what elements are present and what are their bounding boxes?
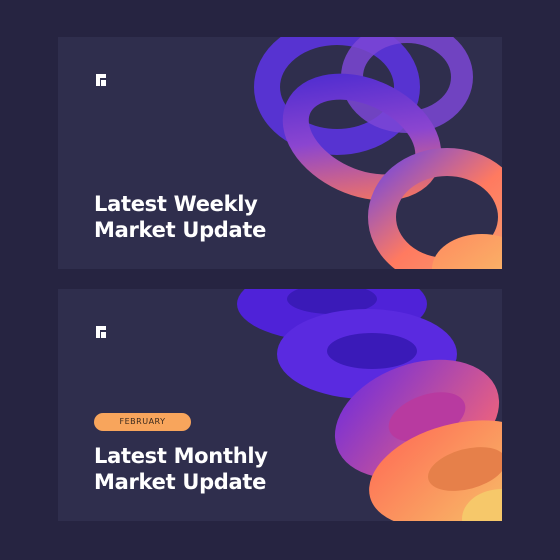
brand-logo-icon — [96, 326, 106, 338]
weekly-update-card[interactable]: Latest Weekly Market Update — [58, 37, 502, 269]
month-badge: FEBRUARY — [94, 413, 191, 431]
card-title: Latest Monthly Market Update — [94, 443, 268, 495]
title-line: Market Update — [94, 470, 267, 494]
monthly-update-card[interactable]: FEBRUARY Latest Monthly Market Update — [58, 289, 502, 521]
brand-logo-icon — [96, 74, 106, 86]
title-line: Latest Weekly — [94, 192, 258, 216]
card-title: Latest Weekly Market Update — [94, 191, 266, 243]
title-line: Latest Monthly — [94, 444, 268, 468]
title-line: Market Update — [94, 218, 267, 242]
